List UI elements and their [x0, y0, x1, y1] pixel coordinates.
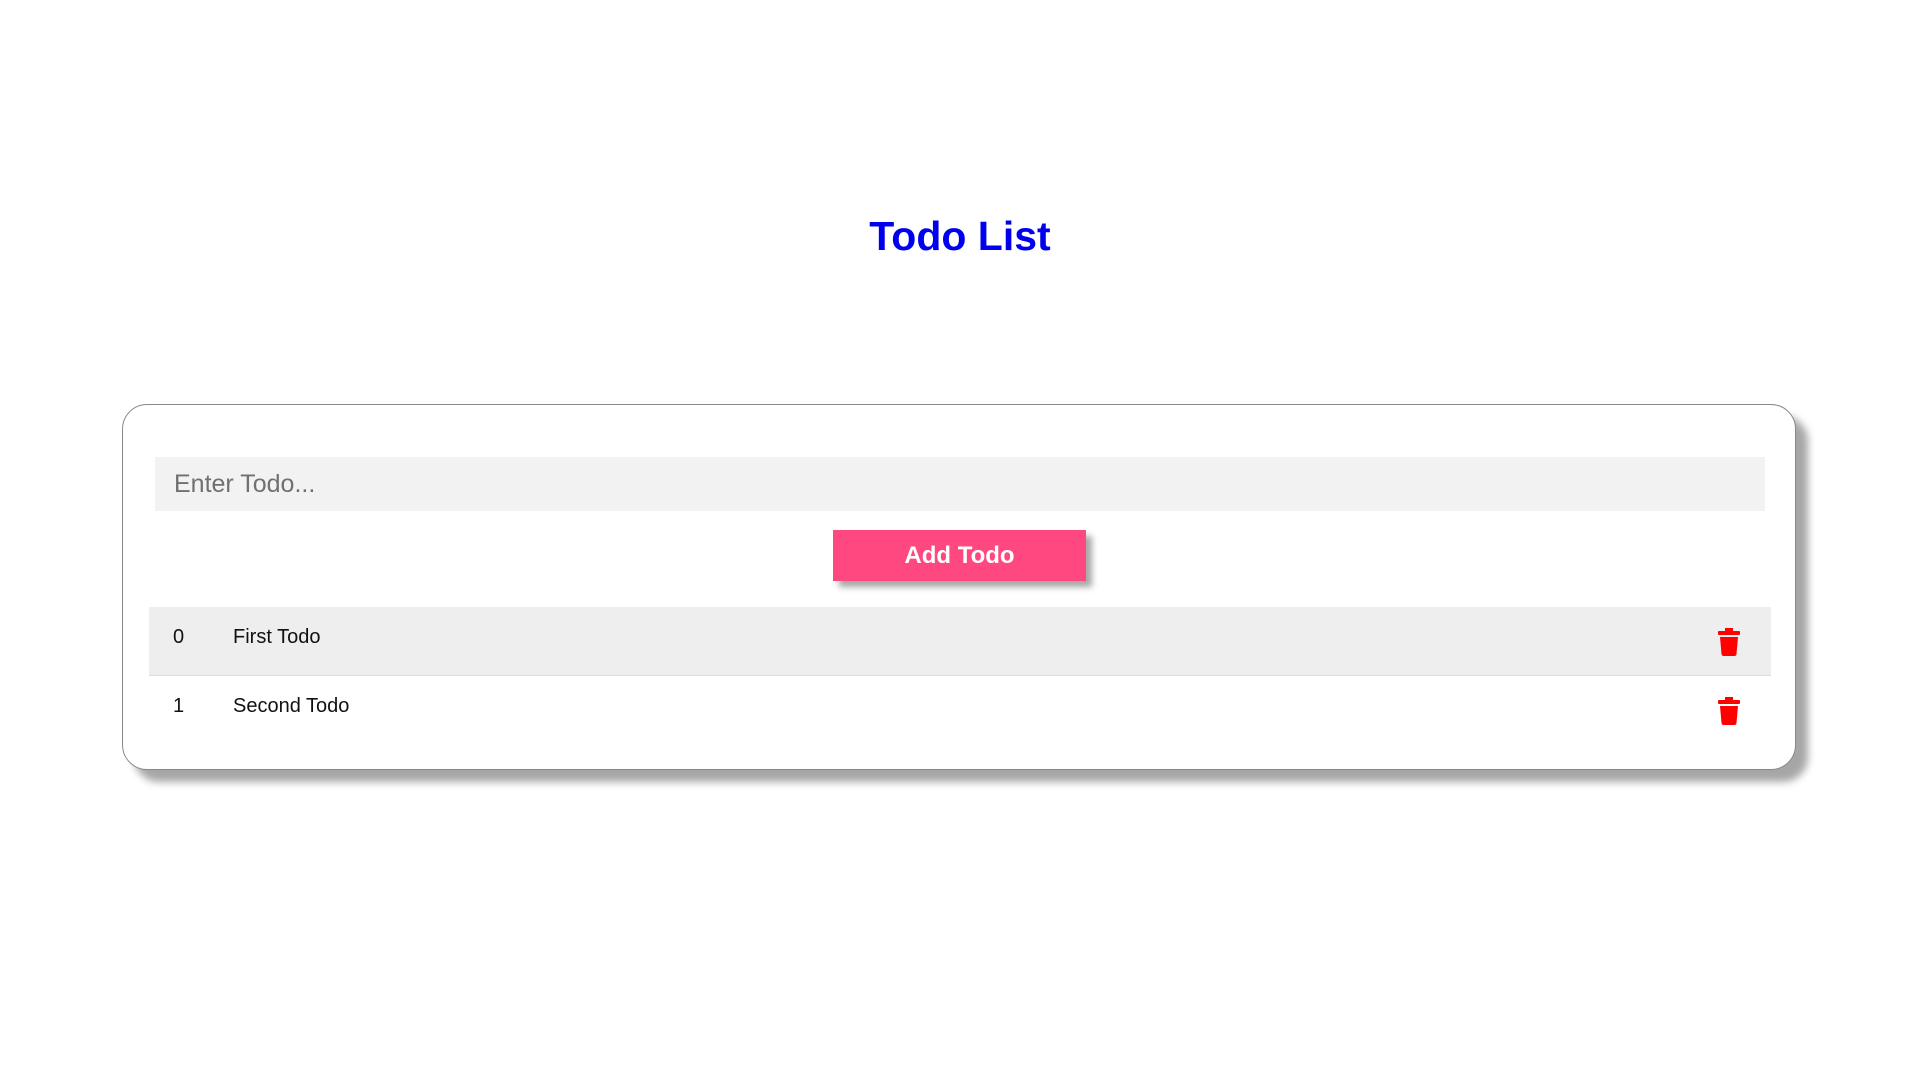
todo-index: 0 — [173, 626, 185, 648]
todo-card: Add Todo 0 First Todo 1 Second Todo — [122, 404, 1796, 770]
page-title: Todo List — [869, 213, 1051, 259]
delete-todo-button[interactable] — [1715, 696, 1743, 726]
todo-item: 1 Second Todo — [149, 676, 1771, 745]
todo-list: 0 First Todo 1 Second Todo — [149, 607, 1771, 745]
delete-todo-button[interactable] — [1715, 627, 1743, 657]
add-todo-button[interactable]: Add Todo — [833, 530, 1086, 581]
page: Todo List Add Todo 0 First Todo 1 Second… — [0, 0, 1920, 1080]
todo-input[interactable] — [155, 457, 1765, 511]
todo-text: First Todo — [233, 626, 321, 648]
todo-item: 0 First Todo — [149, 607, 1771, 676]
todo-text: Second Todo — [233, 695, 350, 717]
todo-index: 1 — [173, 695, 185, 717]
trash-icon — [1718, 628, 1740, 656]
trash-icon — [1718, 697, 1740, 725]
